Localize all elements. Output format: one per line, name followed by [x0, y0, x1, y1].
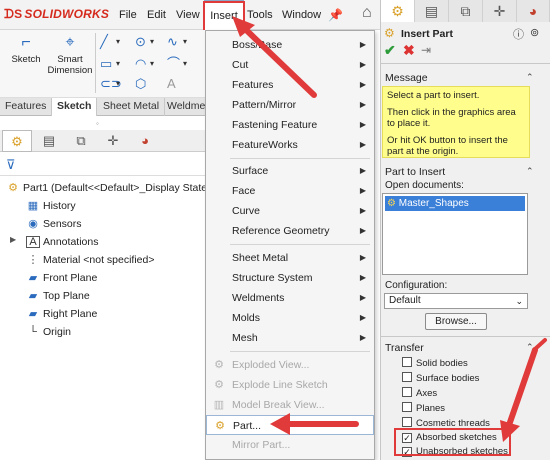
arrow-to-insert-menu	[239, 23, 317, 98]
arrow-head-icon	[500, 420, 520, 442]
annotation-arrows	[232, 16, 547, 442]
arrow-tail	[532, 338, 547, 352]
arrow-to-sketch-checkboxes	[505, 347, 538, 431]
arrow-head-icon	[270, 413, 290, 435]
